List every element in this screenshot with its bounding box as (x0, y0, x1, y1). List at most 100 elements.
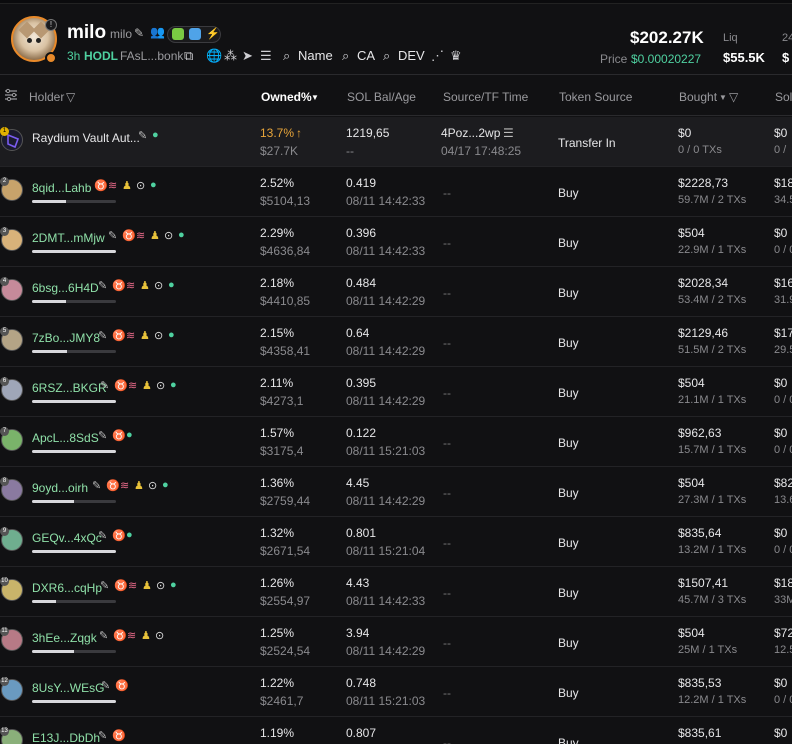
table-row[interactable]: 10 DXR6...cqHp ✎ ♉ ≋ ♟ ⊙ ● 1.26% $2554,97 4.43 08/1… (0, 567, 792, 617)
people-icon: ♟ (150, 230, 161, 242)
info-badge-icon: ! (45, 19, 57, 31)
edit-icon[interactable]: ✎ (98, 429, 108, 442)
contract-address[interactable]: FAsL...bonk (120, 49, 183, 63)
table-row[interactable]: 11 3hEe...Zqgk ✎ ♉ ≋ ♟ ⊙ 1.25% $2524,54 3.94 08/11… (0, 617, 792, 667)
owned-percent: 1.32% (260, 526, 295, 540)
crown-icon[interactable]: ♛ (450, 48, 462, 64)
sold-usd: $18 (774, 176, 792, 190)
sol-balance: 3.94 (346, 626, 370, 640)
token-source: Transfer In (558, 136, 616, 150)
stack-icon: ≋ (126, 330, 137, 342)
edit-icon[interactable]: ✎ (99, 629, 109, 642)
token-age: 3h (67, 49, 81, 63)
table-row[interactable]: 6 6RSZ...BKGR ✎ ♉ ≋ ♟ ⊙ ● 2.11% $4273,1 0.395 08/11… (0, 367, 792, 417)
community-icon[interactable]: 👥 (150, 25, 165, 39)
sold-txs: 12.5 (774, 644, 792, 656)
table-row[interactable]: 9 GEQv...4xQc ✎ ♉ ● 1.32% $2671,54 0.801 08/11 1… (0, 517, 792, 567)
holder-address[interactable]: 3hEe...Zqgk (32, 631, 97, 645)
edit-icon[interactable]: ✎ (98, 329, 108, 342)
share-icon[interactable]: ⋰ (431, 48, 444, 64)
col-token-source[interactable]: Token Source (559, 90, 632, 104)
col-owned[interactable]: Owned% (261, 90, 312, 104)
owned-percent: 1.26% (260, 576, 295, 590)
table-row[interactable]: 1 Raydium Vault Aut... ✎ ● 13.7% ↑ $27.7K 1219,… (0, 117, 792, 167)
edit-icon[interactable]: ✎ (138, 129, 148, 142)
table-row[interactable]: 12 8UsY...WEsG ✎ ♉ 1.22% $2461,7 0.748 08/11 15… (0, 667, 792, 717)
sort-desc-icon[interactable]: ▼ (311, 93, 319, 102)
bought-usd: $1507,41 (678, 576, 729, 590)
table-row[interactable]: 8 9oyd...oirh ✎ ♉ ≋ ♟ ⊙ ● 1.36% $2759,44 4.45 08/11… (0, 467, 792, 517)
token-source: Buy (558, 536, 579, 550)
holder-address[interactable]: 9oyd...oirh (32, 481, 88, 495)
edit-icon[interactable]: ✎ (108, 229, 118, 242)
bought-sort-icon[interactable]: ▼ (719, 93, 727, 102)
edit-icon[interactable]: ✎ (98, 279, 108, 292)
arrow-up-icon: ↑ (296, 126, 302, 140)
table-row[interactable]: 3 2DMT...mMjw ✎ ♉ ≋ ♟ ⊙ ● 2.29% $4636,84 0.396 08/1… (0, 217, 792, 267)
bought-usd: $2228,73 (678, 176, 729, 190)
holder-address[interactable]: 7zBo...JMY8 (32, 331, 100, 345)
globe-icon[interactable]: 🌐 (206, 48, 222, 64)
holder-address[interactable]: ApcL...8SdS (32, 431, 99, 445)
search-dev-icon[interactable]: ⌕ (383, 48, 390, 64)
col-bought[interactable]: Bought (679, 90, 717, 104)
edit-icon[interactable]: ✎ (98, 729, 108, 742)
bull-icon: ♉ (112, 730, 127, 742)
holder-address[interactable]: E13J...DbDh (32, 731, 100, 744)
table-row[interactable]: 5 7zBo...JMY8 ✎ ♉ ≋ ♟ ⊙ ● 2.15% $4358,41 0.64 08/11… (0, 317, 792, 367)
holder-address[interactable]: 6RSZ...BKGR (32, 381, 107, 395)
holder-address[interactable]: DXR6...cqHp (32, 581, 102, 595)
copy-icon[interactable]: ⧉ (184, 48, 193, 64)
table-row[interactable]: 4 6bsg...6H4D ✎ ♉ ≋ ♟ ⊙ ● 2.18% $4410,85 0.484 08/1… (0, 267, 792, 317)
group-icon[interactable]: ⁂ (224, 48, 237, 64)
holder-address[interactable]: 2DMT...mMjw (32, 231, 105, 245)
sliders-icon[interactable] (4, 88, 18, 102)
source-address: -- (443, 236, 451, 250)
holder-address[interactable]: 8qid...Lahb (32, 181, 91, 195)
token-source: Buy (558, 336, 579, 350)
sol-balance: 0.748 (346, 676, 377, 690)
holding-progress-bar (32, 450, 116, 453)
edit-icon[interactable]: ✎ (98, 529, 108, 542)
owned-percent: 1.25% (260, 626, 295, 640)
edit-icon[interactable]: ✎ (100, 379, 110, 392)
edit-icon[interactable]: ✎ (92, 479, 102, 492)
search-name-link[interactable]: Name (298, 48, 333, 63)
target-icon: ⊙ (156, 580, 167, 592)
rank-badge: 5 (0, 327, 9, 336)
holder-address[interactable]: 6bsg...6H4D (32, 281, 99, 295)
table-row[interactable]: 2 8qid...Lahb ♉ ≋ ♟ ⊙ ● 2.52% $5104,13 0.419 08/11… (0, 167, 792, 217)
holder-age: 08/11 15:21:03 (346, 444, 426, 458)
table-row[interactable]: 13 E13J...DbDh ✎ ♉ 1.19% 0.807 -- Buy $835,61 $0 (0, 717, 792, 744)
source-address[interactable]: 4Poz...2wp (441, 126, 500, 140)
holder-address[interactable]: GEQv...4xQc (32, 531, 102, 545)
sold-usd: $18 (774, 576, 792, 590)
menu-circle-icon[interactable]: ☰ (503, 126, 514, 140)
table-row[interactable]: 7 ApcL...8SdS ✎ ♉ ● 1.57% $3175,4 0.122 08/11 15… (0, 417, 792, 467)
search-dev-link[interactable]: DEV (398, 48, 425, 63)
token-source: Buy (558, 236, 579, 250)
search-name-icon[interactable]: ⌕ (283, 48, 290, 64)
edit-icon[interactable]: ✎ (134, 26, 144, 40)
holder-address[interactable]: Raydium Vault Aut... (32, 131, 140, 145)
holder-address[interactable]: 8UsY...WEsG (32, 681, 104, 695)
stack-icon: ≋ (136, 230, 147, 242)
owned-percent: 2.15% (260, 326, 295, 340)
owned-percent: 2.29% (260, 226, 295, 240)
edit-icon[interactable]: ✎ (101, 679, 111, 692)
holder-filter-icon[interactable]: ▽ (66, 90, 75, 104)
search-ca-link[interactable]: CA (357, 48, 375, 63)
col-source[interactable]: Source/TF Time (443, 90, 528, 104)
search-ca-icon[interactable]: ⌕ (342, 48, 349, 64)
col-sold[interactable]: Sol (775, 90, 792, 104)
col-sol-balance[interactable]: SOL Bal/Age (347, 90, 416, 104)
bought-filter-icon[interactable]: ▽ (729, 90, 738, 104)
edit-icon[interactable]: ✎ (100, 579, 110, 592)
sold-txs: 29.5 (774, 344, 792, 356)
table-header: Holder ▽ Owned% ▼ SOL Bal/Age Source/TF … (0, 76, 792, 116)
owned-usd: $2554,97 (260, 594, 311, 608)
telegram-icon[interactable]: ➤ (242, 48, 253, 64)
rank-badge: 13 (0, 727, 9, 736)
menu-circle-icon[interactable]: ☰ (260, 48, 272, 64)
col-holder[interactable]: Holder (29, 90, 64, 104)
